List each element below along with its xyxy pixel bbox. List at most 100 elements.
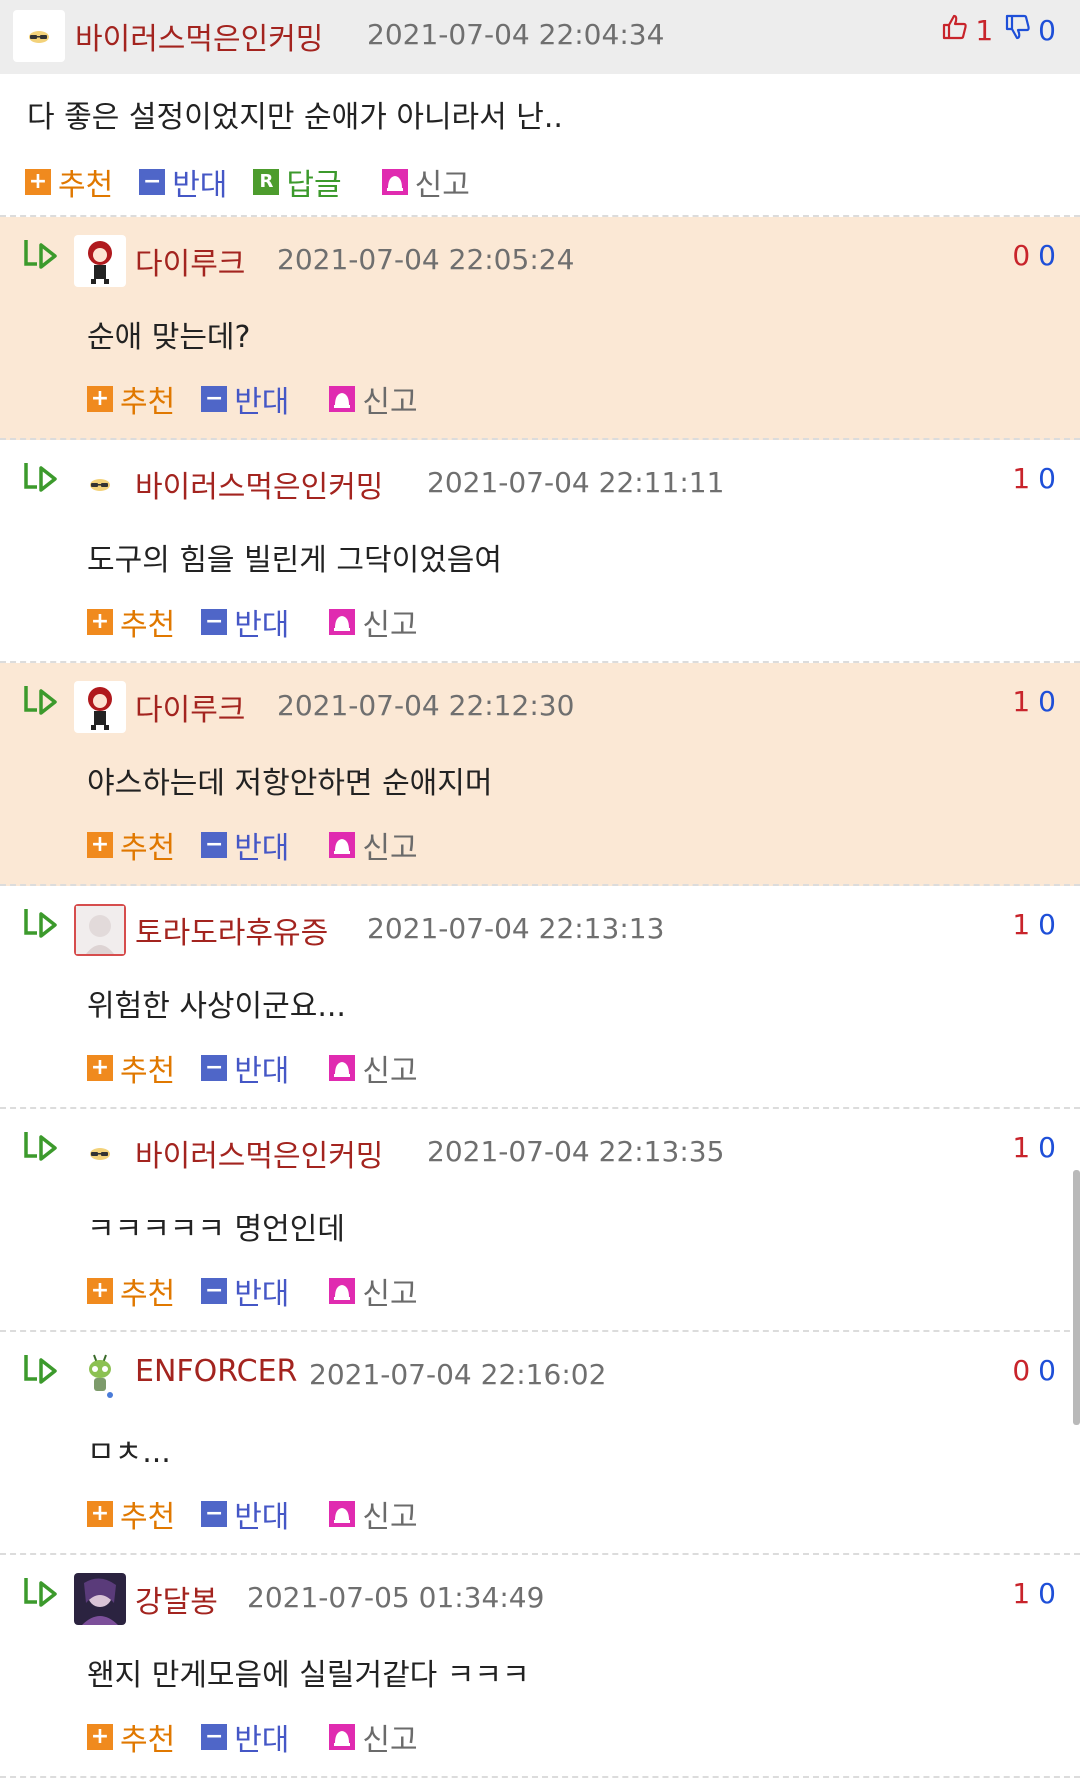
oppose-button[interactable]: − 반대 xyxy=(201,1269,289,1313)
oppose-button[interactable]: − 반대 xyxy=(201,823,289,867)
oppose-button[interactable]: − 반대 xyxy=(201,1492,289,1536)
avatar[interactable] xyxy=(74,235,126,287)
report-button[interactable]: 신고 xyxy=(329,377,418,421)
report-button[interactable]: 신고 xyxy=(329,1492,418,1536)
recommend-label: 추천 xyxy=(120,1054,176,1089)
reply-arrow-icon xyxy=(22,683,62,719)
recommend-button[interactable]: + 추천 xyxy=(87,377,175,421)
dark-anime-portrait-icon xyxy=(74,1573,126,1625)
report-button[interactable]: 신고 xyxy=(329,823,418,867)
reply-label: 답글 xyxy=(286,168,342,203)
timestamp: 2021-07-04 22:04:34 xyxy=(367,18,665,51)
recommend-button[interactable]: + 추천 xyxy=(87,1269,175,1313)
avatar[interactable] xyxy=(74,1573,126,1625)
author-name[interactable]: 바이러스먹은인커밍 xyxy=(75,14,323,58)
vote-counts: 1 0 xyxy=(940,12,1056,49)
recommend-button[interactable]: + 추천 xyxy=(87,600,175,644)
author-name[interactable]: ENFORCER xyxy=(135,1354,297,1389)
reply-item: 토라도라후유증 2021-07-04 22:13:13 10 위험한 사상이군요… xyxy=(0,886,1080,1109)
oppose-button[interactable]: − 반대 xyxy=(139,160,227,204)
up-count: 1 xyxy=(975,14,994,47)
recommend-button[interactable]: + 추천 xyxy=(87,1492,175,1536)
report-button[interactable]: 신고 xyxy=(329,600,418,644)
oppose-label: 반대 xyxy=(234,385,290,420)
report-label: 신고 xyxy=(362,831,418,866)
report-label: 신고 xyxy=(362,385,418,420)
thumb-up-icon[interactable] xyxy=(940,12,973,49)
avatar[interactable] xyxy=(74,458,126,510)
report-label: 신고 xyxy=(414,168,470,203)
down-count: 0 xyxy=(1038,462,1056,495)
minus-icon: − xyxy=(201,1278,228,1304)
oppose-button[interactable]: − 반대 xyxy=(201,377,289,421)
timestamp: 2021-07-05 01:34:49 xyxy=(247,1581,545,1614)
siren-icon xyxy=(329,386,356,412)
avatar[interactable] xyxy=(74,1350,126,1402)
comment-text: 위험한 사상이군요... xyxy=(87,989,346,1024)
author-name[interactable]: 다이루크 xyxy=(135,685,245,729)
report-button[interactable]: 신고 xyxy=(329,1046,418,1090)
report-button[interactable]: 신고 xyxy=(381,160,470,204)
recommend-label: 추천 xyxy=(120,1723,176,1758)
up-count: 1 xyxy=(1012,1577,1031,1610)
recommend-button[interactable]: + 추천 xyxy=(25,160,113,204)
report-button[interactable]: 신고 xyxy=(329,1269,418,1313)
avatar[interactable] xyxy=(74,681,126,733)
scrollbar[interactable] xyxy=(1073,1170,1080,1425)
minus-icon: − xyxy=(201,1501,228,1527)
recommend-button[interactable]: + 추천 xyxy=(87,823,175,867)
avatar[interactable] xyxy=(74,1127,126,1179)
comment-actions: + 추천 − 반대 신고 xyxy=(87,377,444,421)
timestamp: 2021-07-04 22:05:24 xyxy=(277,243,575,276)
reply-r-icon: R xyxy=(253,169,280,195)
siren-icon xyxy=(329,1501,356,1527)
comment-item: 바이러스먹은인커밍 2021-07-04 22:04:34 1 0 다 좋은 설… xyxy=(0,0,1080,217)
recommend-label: 추천 xyxy=(120,1500,176,1535)
timestamp: 2021-07-04 22:13:13 xyxy=(367,912,665,945)
plus-icon: + xyxy=(25,169,51,195)
red-hair-character-icon xyxy=(78,237,122,285)
up-count: 0 xyxy=(1012,239,1031,272)
oppose-button[interactable]: − 반대 xyxy=(201,600,289,644)
reply-button[interactable]: R 답글 xyxy=(253,160,342,204)
report-label: 신고 xyxy=(362,1277,418,1312)
reply-arrow-icon xyxy=(22,1352,62,1388)
vote-counts: 10 xyxy=(1012,462,1056,495)
reply-item: 바이러스먹은인커밍 2021-07-04 22:11:11 10 도구의 힘을 … xyxy=(0,440,1080,663)
comment-actions: + 추천 − 반대 신고 xyxy=(87,1046,444,1090)
report-button[interactable]: 신고 xyxy=(329,1715,418,1759)
recommend-button[interactable]: + 추천 xyxy=(87,1715,175,1759)
comment-actions: + 추천 − 반대 신고 xyxy=(87,1269,444,1313)
up-count: 1 xyxy=(1012,1131,1031,1164)
recommend-label: 추천 xyxy=(120,385,176,420)
oppose-button[interactable]: − 반대 xyxy=(201,1046,289,1090)
thumb-down-icon[interactable] xyxy=(995,12,1036,49)
recommend-label: 추천 xyxy=(120,608,176,643)
comment-text: 왠지 만게모음에 실릴거같다 ㅋㅋㅋ xyxy=(87,1658,530,1693)
report-label: 신고 xyxy=(362,1054,418,1089)
timestamp: 2021-07-04 22:12:30 xyxy=(277,689,575,722)
vote-counts: 10 xyxy=(1012,1131,1056,1164)
avatar[interactable] xyxy=(13,10,65,62)
author-name[interactable]: 바이러스먹은인커밍 xyxy=(135,1131,383,1175)
vote-counts: 10 xyxy=(1012,908,1056,941)
vote-counts: 10 xyxy=(1012,1577,1056,1610)
plus-icon: + xyxy=(87,832,113,858)
recommend-button[interactable]: + 추천 xyxy=(87,1046,175,1090)
siren-icon xyxy=(329,832,356,858)
anime-portrait-icon xyxy=(74,904,126,956)
author-name[interactable]: 토라도라후유증 xyxy=(135,908,328,952)
plus-icon: + xyxy=(87,1278,113,1304)
oppose-button[interactable]: − 반대 xyxy=(201,1715,289,1759)
plus-icon: + xyxy=(87,1501,113,1527)
down-count: 0 xyxy=(1038,1131,1056,1164)
author-name[interactable]: 다이루크 xyxy=(135,239,245,283)
minus-icon: − xyxy=(201,1724,228,1750)
author-name[interactable]: 바이러스먹은인커밍 xyxy=(135,462,383,506)
timestamp: 2021-07-04 22:13:35 xyxy=(427,1135,725,1168)
comment-text: 순애 맞는데? xyxy=(87,320,251,355)
oppose-label: 반대 xyxy=(234,1054,290,1089)
sunglasses-emoji-icon xyxy=(80,464,120,504)
avatar[interactable] xyxy=(74,904,126,956)
author-name[interactable]: 강달봉 xyxy=(135,1577,218,1621)
